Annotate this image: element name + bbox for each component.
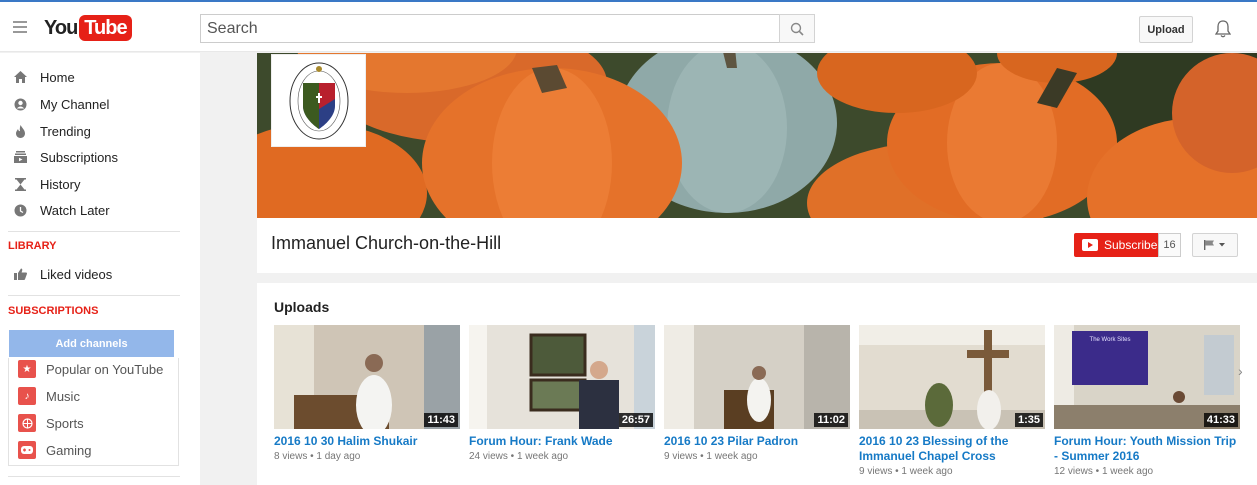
video-card[interactable]: 1:35 2016 10 23 Blessing of the Immanuel…	[859, 325, 1045, 477]
person-icon	[13, 97, 27, 111]
video-title[interactable]: 2016 10 23 Pilar Padron	[664, 434, 850, 449]
video-thumbnail[interactable]: 26:57	[469, 325, 655, 429]
sidebar-item-liked-videos[interactable]: Liked videos	[0, 262, 190, 286]
video-card[interactable]: The Work Sites 41:33 Forum Hour: Youth M…	[1054, 325, 1240, 477]
video-thumbnail[interactable]: The Work Sites 41:33	[1054, 325, 1240, 429]
add-channels-button[interactable]: Add channels	[9, 330, 174, 357]
gamepad-icon	[18, 441, 36, 459]
sidebar: Home My Channel Trending Subscriptions H…	[0, 53, 200, 485]
top-bar: You Tube Search Upload	[0, 0, 1257, 52]
sidebar-item-label: Watch Later	[40, 202, 110, 218]
sidebar-item-label: Popular on YouTube	[46, 361, 164, 377]
subscribe-label: Subscribe	[1104, 238, 1158, 252]
church-seal-icon	[289, 62, 348, 139]
sidebar-item-label: Sports	[46, 415, 84, 431]
sidebar-divider	[8, 295, 180, 296]
video-duration: 11:02	[814, 413, 848, 427]
subscriptions-section-title: SUBSCRIPTIONS	[8, 305, 99, 317]
channel-avatar[interactable]	[271, 54, 366, 147]
flame-icon	[13, 124, 27, 138]
video-card[interactable]: 11:02 2016 10 23 Pilar Padron 9 views • …	[664, 325, 850, 462]
sidebar-item-label: Subscriptions	[40, 149, 119, 165]
sidebar-item-trending[interactable]: Trending	[0, 119, 190, 143]
video-meta: 12 views • 1 week ago	[1054, 466, 1154, 477]
video-meta: 8 views • 1 day ago	[274, 451, 361, 462]
bell-icon[interactable]	[1214, 19, 1232, 44]
hamburger-menu-icon[interactable]	[13, 21, 27, 33]
video-card[interactable]: 11:43 2016 10 30 Halim Shukair 8 views •…	[274, 325, 460, 462]
logo-you-text: You	[44, 16, 78, 39]
video-duration: 1:35	[1014, 413, 1043, 427]
youtube-logo[interactable]: You Tube	[44, 15, 132, 41]
sidebar-item-label: Music	[46, 388, 80, 404]
chevron-right-icon[interactable]: ›	[1238, 363, 1243, 379]
flag-menu-button[interactable]	[1192, 233, 1238, 257]
sidebar-divider	[8, 476, 180, 477]
pumpkins-banner-image	[257, 53, 1257, 218]
video-title[interactable]: Forum Hour: Youth Mission Trip - Summer …	[1054, 434, 1240, 464]
logo-tube-text: Tube	[79, 15, 132, 41]
channel-title: Immanuel Church-on-the-Hill	[271, 233, 502, 253]
video-thumbnail[interactable]: 11:02	[664, 325, 850, 429]
sidebar-item-sports[interactable]: Sports	[18, 412, 84, 434]
star-icon: ★	[18, 360, 36, 378]
sidebar-item-label: Gaming	[46, 442, 92, 458]
library-section-title: LIBRARY	[8, 240, 57, 252]
subscribe-button[interactable]: Subscribe	[1074, 233, 1158, 257]
video-duration: 26:57	[618, 413, 653, 427]
subscriptions-icon	[13, 150, 27, 164]
sidebar-item-label: My Channel	[40, 96, 110, 112]
channel-header-bar: Immanuel Church-on-the-Hill Subscribe 16	[257, 218, 1257, 273]
search-input[interactable]: Search	[200, 14, 780, 43]
ball-icon	[18, 414, 36, 432]
video-meta: 9 views • 1 week ago	[859, 466, 953, 477]
hourglass-icon	[13, 177, 27, 191]
sidebar-item-my-channel[interactable]: My Channel	[0, 92, 190, 116]
video-thumbnail[interactable]: 1:35	[859, 325, 1045, 429]
play-icon	[1082, 239, 1098, 251]
video-title[interactable]: 2016 10 23 Blessing of the Immanuel Chap…	[859, 434, 1045, 464]
clock-icon	[13, 203, 27, 217]
sidebar-item-label: Liked videos	[40, 266, 113, 282]
sidebar-item-home[interactable]: Home	[0, 65, 190, 89]
search-button[interactable]	[779, 14, 815, 43]
uploads-title: Uploads	[274, 299, 330, 315]
sidebar-item-subscriptions[interactable]: Subscriptions	[0, 145, 190, 169]
sidebar-item-gaming[interactable]: Gaming	[18, 439, 92, 461]
sidebar-item-watch-later[interactable]: Watch Later	[0, 198, 190, 222]
thumbs-up-icon	[13, 267, 27, 281]
sidebar-item-label: History	[40, 176, 81, 192]
uploads-section: Uploads 11:43 2016 10 30 Halim Shukair 8…	[257, 283, 1257, 485]
music-note-icon: ♪	[18, 387, 36, 405]
channel-banner	[257, 53, 1257, 218]
video-title[interactable]: 2016 10 30 Halim Shukair	[274, 434, 460, 449]
video-duration: 11:43	[424, 413, 458, 427]
video-meta: 24 views • 1 week ago	[469, 451, 569, 462]
search-icon	[790, 22, 804, 36]
sidebar-item-label: Home	[40, 69, 75, 85]
video-card[interactable]: 26:57 Forum Hour: Frank Wade 24 views • …	[469, 325, 655, 462]
sidebar-item-label: Trending	[40, 123, 91, 139]
video-meta: 9 views • 1 week ago	[664, 451, 758, 462]
upload-button[interactable]: Upload	[1139, 16, 1193, 43]
video-thumbnail[interactable]: 11:43	[274, 325, 460, 429]
slide-title: The Work Sites	[1089, 337, 1131, 343]
video-title[interactable]: Forum Hour: Frank Wade	[469, 434, 655, 449]
sidebar-item-popular-on-youtube[interactable]: ★ Popular on YouTube	[18, 358, 163, 380]
flag-icon	[1204, 240, 1225, 250]
sidebar-item-history[interactable]: History	[0, 172, 190, 196]
video-duration: 41:33	[1203, 413, 1238, 427]
home-icon	[13, 70, 27, 84]
sidebar-divider	[8, 231, 180, 232]
subscriber-count: 16	[1158, 233, 1181, 257]
sidebar-item-music[interactable]: ♪ Music	[18, 385, 80, 407]
